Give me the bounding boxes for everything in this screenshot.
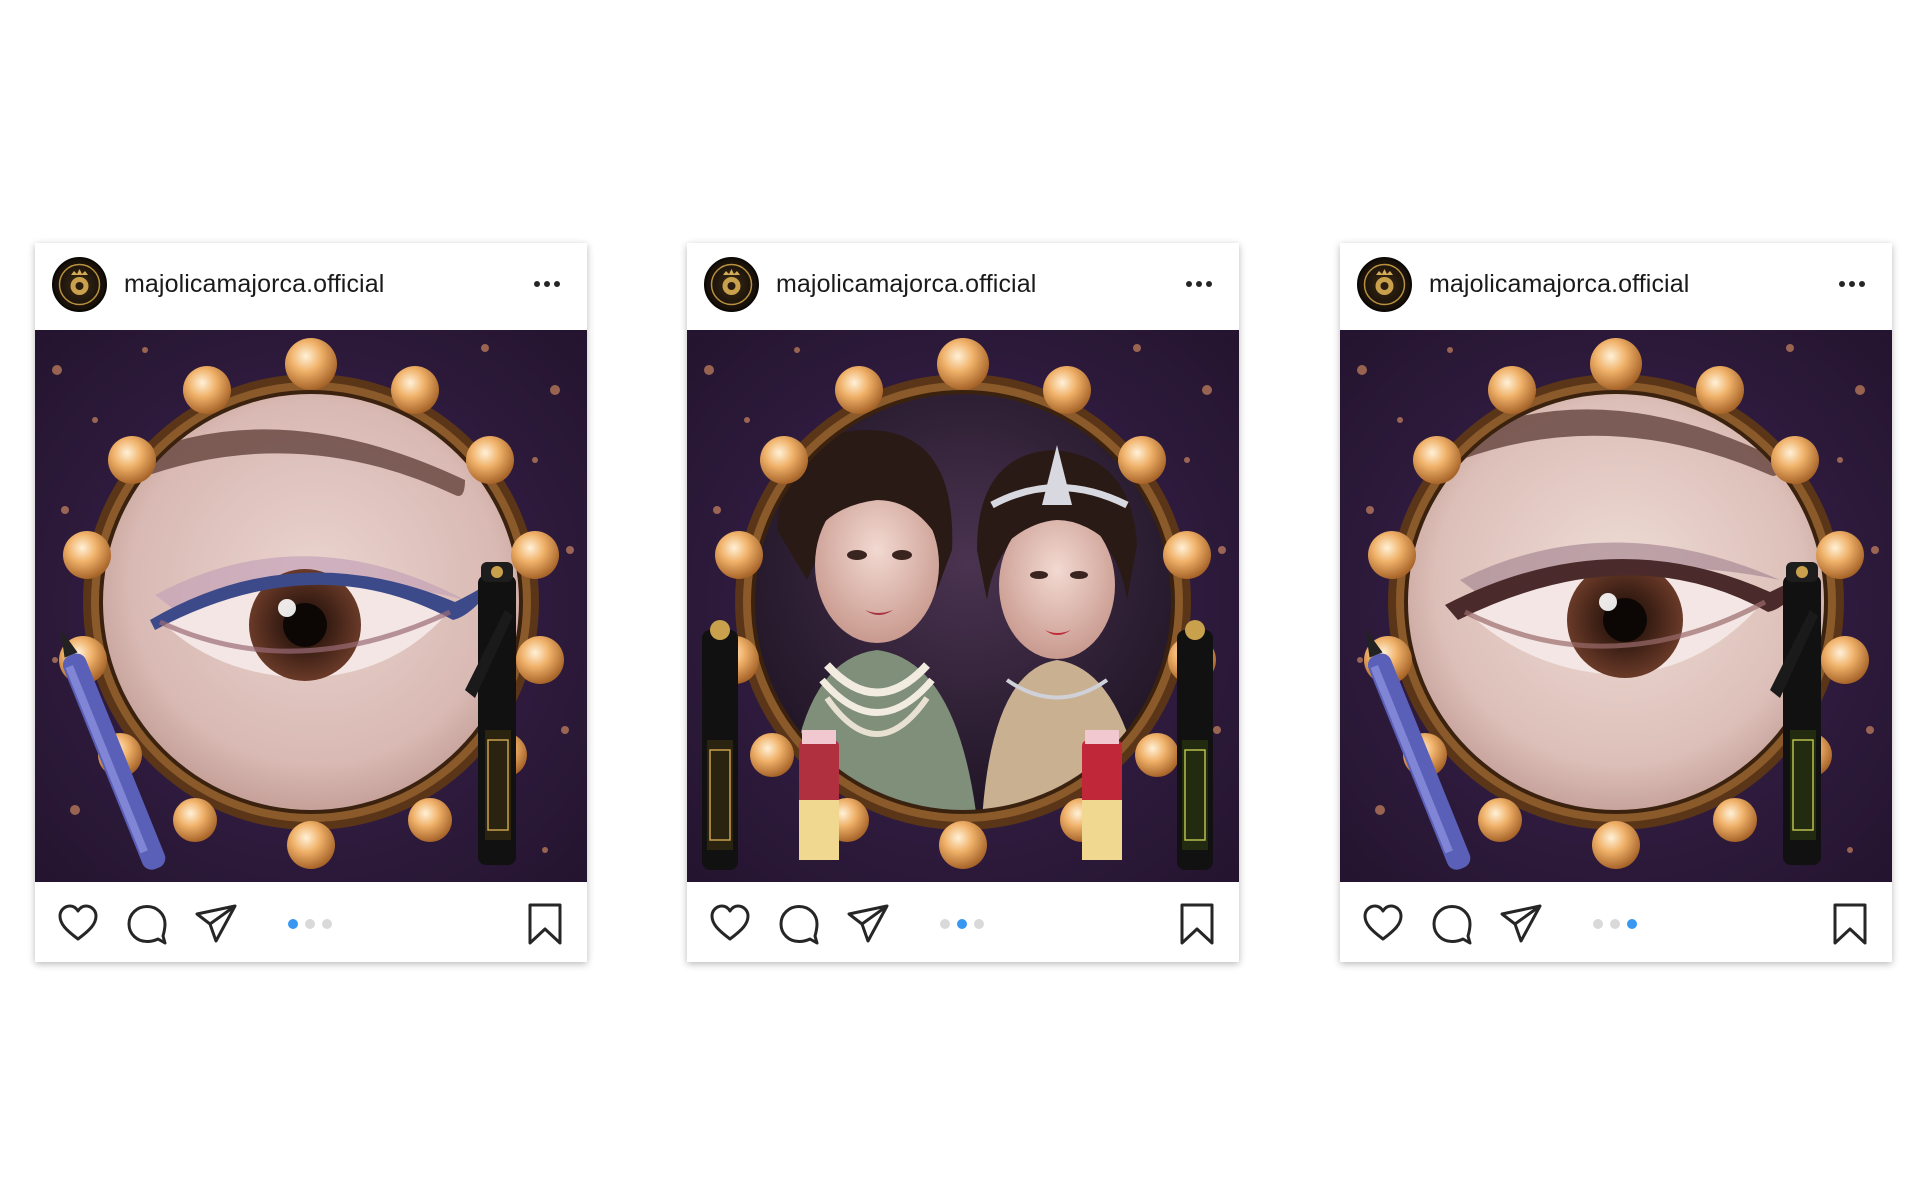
profile-avatar[interactable]	[704, 257, 759, 312]
carousel-indicator	[288, 919, 332, 929]
post-image[interactable]	[1340, 330, 1892, 882]
save-button[interactable]	[1828, 902, 1872, 946]
carousel-dot-2	[957, 919, 967, 929]
username[interactable]: majolicamajorca.official	[124, 270, 384, 299]
post-image[interactable]	[687, 330, 1239, 882]
like-button[interactable]	[1361, 902, 1405, 946]
carousel-dot-2	[1610, 919, 1620, 929]
bookmark-icon	[1180, 903, 1214, 945]
post-header: majolicamajorca.official	[35, 243, 587, 330]
comment-bubble-icon	[779, 905, 819, 945]
carousel-dot-3	[322, 919, 332, 929]
comment-bubble-icon	[1432, 905, 1472, 945]
carousel-dot-2	[305, 919, 315, 929]
carousel-dot-3	[974, 919, 984, 929]
post-actions	[35, 882, 587, 962]
instagram-post-2: majolicamajorca.official	[687, 243, 1239, 962]
more-options-button[interactable]	[527, 269, 567, 299]
more-horizontal-icon	[534, 281, 560, 287]
heart-icon	[710, 904, 750, 941]
like-button[interactable]	[56, 902, 100, 946]
more-options-button[interactable]	[1832, 269, 1872, 299]
heart-icon	[58, 904, 98, 941]
carousel-dot-1	[288, 919, 298, 929]
username[interactable]: majolicamajorca.official	[1429, 270, 1689, 299]
post-actions	[687, 882, 1239, 962]
carousel-indicator	[1593, 919, 1637, 929]
share-button[interactable]	[1499, 902, 1543, 946]
save-button[interactable]	[523, 902, 567, 946]
more-horizontal-icon	[1839, 281, 1865, 287]
post-actions	[1340, 882, 1892, 962]
bookmark-icon	[528, 903, 562, 945]
share-button[interactable]	[194, 902, 238, 946]
carousel-dot-1	[1593, 919, 1603, 929]
comment-button[interactable]	[777, 902, 821, 946]
post-header: majolicamajorca.official	[687, 243, 1239, 330]
carousel-indicator	[940, 919, 984, 929]
profile-avatar[interactable]	[1357, 257, 1412, 312]
paper-plane-icon	[847, 904, 889, 943]
carousel-dot-3	[1627, 919, 1637, 929]
carousel-dot-1	[940, 919, 950, 929]
save-button[interactable]	[1175, 902, 1219, 946]
more-options-button[interactable]	[1179, 269, 1219, 299]
username[interactable]: majolicamajorca.official	[776, 270, 1036, 299]
bookmark-icon	[1833, 903, 1867, 945]
more-horizontal-icon	[1186, 281, 1212, 287]
comment-button[interactable]	[125, 902, 169, 946]
profile-avatar[interactable]	[52, 257, 107, 312]
two-models-image	[687, 330, 1239, 882]
paper-plane-icon	[195, 904, 237, 943]
share-button[interactable]	[846, 902, 890, 946]
like-button[interactable]	[708, 902, 752, 946]
instagram-post-3: majolicamajorca.official	[1340, 243, 1892, 962]
eye-closeup-image	[1340, 330, 1892, 882]
post-image[interactable]	[35, 330, 587, 882]
post-header: majolicamajorca.official	[1340, 243, 1892, 330]
instagram-post-1: majolicamajorca.official	[35, 243, 587, 962]
paper-plane-icon	[1500, 904, 1542, 943]
heart-icon	[1363, 904, 1403, 941]
comment-bubble-icon	[127, 905, 167, 945]
eye-closeup-image	[35, 330, 587, 882]
comment-button[interactable]	[1430, 902, 1474, 946]
